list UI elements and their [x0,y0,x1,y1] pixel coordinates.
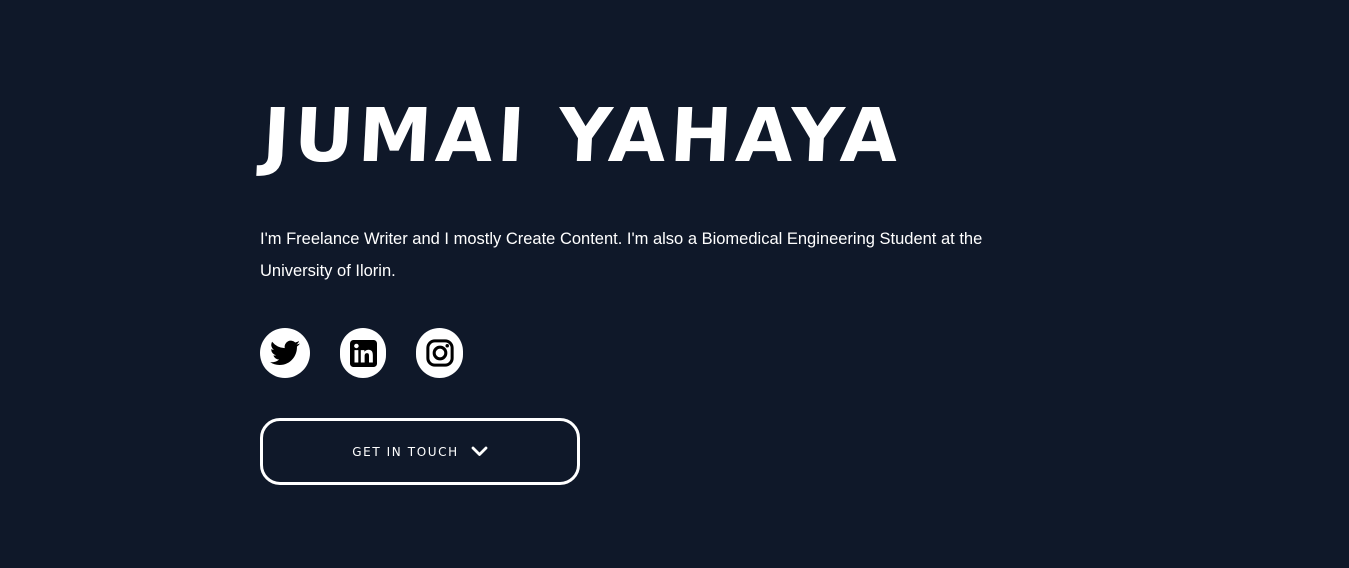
get-in-touch-button[interactable]: GET IN TOUCH [260,418,580,485]
instagram-icon [425,339,454,367]
hero-section: JUMAI YAHAYA I'm Freelance Writer and I … [0,0,1349,568]
instagram-link[interactable] [416,328,463,378]
hero-name: JUMAI YAHAYA [260,93,905,179]
linkedin-icon [349,339,377,367]
get-in-touch-label: GET IN TOUCH [352,445,459,459]
chevron-down-icon [471,446,488,457]
twitter-icon [270,340,300,365]
twitter-link[interactable] [260,328,310,378]
linkedin-link[interactable] [340,328,386,378]
hero-bio: I'm Freelance Writer and I mostly Create… [260,230,983,280]
